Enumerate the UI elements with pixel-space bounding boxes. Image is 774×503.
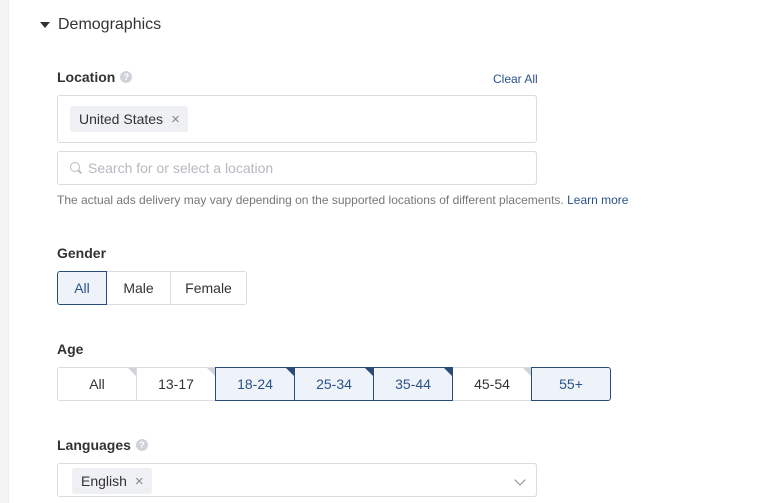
languages-label-row: Languages ?: [57, 437, 148, 453]
learn-more-link[interactable]: Learn more: [567, 193, 628, 207]
help-icon[interactable]: ?: [120, 71, 133, 83]
location-search-input[interactable]: [88, 160, 508, 176]
language-tag-label: English: [81, 473, 127, 489]
left-panel-strip: [0, 0, 9, 503]
age-option-35-44[interactable]: 35-44: [373, 367, 453, 401]
gender-option-male[interactable]: Male: [106, 271, 171, 305]
chevron-down-icon[interactable]: [514, 474, 526, 486]
location-search-box[interactable]: [57, 151, 537, 185]
location-label: Location: [57, 69, 116, 85]
age-option-all[interactable]: All: [57, 367, 137, 401]
age-option-25-34[interactable]: 25-34: [294, 367, 374, 401]
age-option-45-54[interactable]: 45-54: [452, 367, 532, 401]
location-selected-box[interactable]: United States ×: [57, 95, 537, 143]
language-tag: English ×: [72, 468, 152, 494]
demographics-section-toggle[interactable]: Demographics: [40, 16, 161, 34]
age-selector: All 13-17 18-24 25-34 35-44 45-54 55+: [57, 367, 611, 401]
gender-option-all[interactable]: All: [57, 271, 107, 305]
gender-option-female[interactable]: Female: [170, 271, 247, 305]
caret-down-icon: [40, 22, 50, 28]
location-hint: The actual ads delivery may vary dependi…: [57, 193, 629, 207]
gender-label: Gender: [57, 245, 107, 261]
remove-tag-icon[interactable]: ×: [171, 111, 180, 128]
age-label: Age: [57, 341, 84, 357]
remove-tag-icon[interactable]: ×: [135, 473, 144, 490]
languages-label: Languages: [57, 437, 131, 453]
location-tag-label: United States: [79, 111, 164, 127]
clear-all-link[interactable]: Clear All: [493, 72, 538, 86]
help-icon[interactable]: ?: [135, 439, 148, 451]
age-option-55-plus[interactable]: 55+: [531, 367, 611, 401]
section-title: Demographics: [58, 16, 162, 33]
search-icon: [70, 162, 82, 174]
age-option-13-17[interactable]: 13-17: [136, 367, 216, 401]
gender-selector: All Male Female: [57, 271, 247, 305]
location-label-row: Location ?: [57, 69, 133, 85]
age-option-18-24[interactable]: 18-24: [215, 367, 295, 401]
location-tag: United States ×: [70, 106, 188, 132]
languages-select[interactable]: English ×: [57, 463, 537, 497]
